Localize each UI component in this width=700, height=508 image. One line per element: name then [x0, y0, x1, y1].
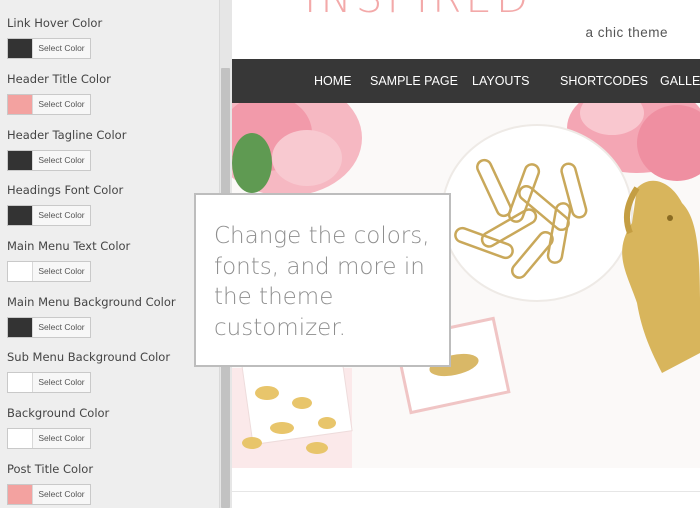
setting-headings-font-color: Headings Font Color Select Color	[7, 183, 124, 226]
color-picker-button[interactable]: Select Color	[7, 428, 91, 449]
setting-label: Header Title Color	[7, 72, 111, 86]
color-swatch	[8, 429, 32, 448]
select-color-label: Select Color	[32, 429, 90, 448]
color-picker-button[interactable]: Select Color	[7, 372, 91, 393]
feature-callout: Change the colors, fonts, and more in th…	[194, 193, 451, 367]
setting-label: Header Tagline Color	[7, 128, 127, 142]
site-tagline: a chic theme	[585, 25, 668, 40]
setting-label: Headings Font Color	[7, 183, 124, 197]
color-swatch	[8, 151, 32, 170]
color-swatch	[8, 262, 32, 281]
nav-item-layouts[interactable]: LAYOUTS	[472, 74, 529, 88]
select-color-label: Select Color	[32, 318, 90, 337]
callout-text: Change the colors, fonts, and more in th…	[214, 223, 430, 341]
setting-label: Link Hover Color	[7, 16, 103, 30]
select-color-label: Select Color	[32, 262, 90, 281]
main-menu: HOME SAMPLE PAGE LAYOUTS SHORTCODES GALL…	[232, 59, 700, 103]
color-swatch	[8, 318, 32, 337]
nav-item-sample-page[interactable]: SAMPLE PAGE	[370, 74, 458, 88]
setting-main-menu-background-color: Main Menu Background Color Select Color	[7, 295, 176, 338]
color-swatch	[8, 39, 32, 58]
setting-sub-menu-background-color: Sub Menu Background Color Select Color	[7, 350, 171, 393]
color-picker-button[interactable]: Select Color	[7, 38, 91, 59]
color-picker-button[interactable]: Select Color	[7, 94, 91, 115]
setting-label: Main Menu Background Color	[7, 295, 176, 309]
setting-link-hover-color: Link Hover Color Select Color	[7, 16, 103, 59]
setting-label: Post Title Color	[7, 462, 94, 476]
select-color-label: Select Color	[32, 206, 90, 225]
setting-header-title-color: Header Title Color Select Color	[7, 72, 111, 115]
nav-item-gallery[interactable]: GALLERY	[660, 74, 700, 88]
nav-item-home[interactable]: HOME	[314, 74, 352, 88]
setting-header-tagline-color: Header Tagline Color Select Color	[7, 128, 127, 171]
color-picker-button[interactable]: Select Color	[7, 150, 91, 171]
setting-post-title-color: Post Title Color Select Color	[7, 462, 94, 505]
select-color-label: Select Color	[32, 95, 90, 114]
color-swatch	[8, 373, 32, 392]
color-picker-button[interactable]: Select Color	[7, 484, 91, 505]
select-color-label: Select Color	[32, 373, 90, 392]
customizer-sidebar: Link Hover Color Select Color Header Tit…	[0, 0, 219, 508]
select-color-label: Select Color	[32, 485, 90, 504]
site-title[interactable]: INSPIRED	[304, 0, 532, 22]
setting-label: Sub Menu Background Color	[7, 350, 171, 364]
setting-label: Background Color	[7, 406, 110, 420]
nav-item-shortcodes[interactable]: SHORTCODES	[560, 74, 648, 88]
color-swatch	[8, 485, 32, 504]
color-picker-button[interactable]: Select Color	[7, 317, 91, 338]
select-color-label: Select Color	[32, 151, 90, 170]
select-color-label: Select Color	[32, 39, 90, 58]
color-swatch	[8, 95, 32, 114]
setting-label: Main Menu Text Color	[7, 239, 131, 253]
setting-background-color: Background Color Select Color	[7, 406, 110, 449]
content-divider	[232, 491, 700, 492]
color-picker-button[interactable]: Select Color	[7, 261, 91, 282]
setting-main-menu-text-color: Main Menu Text Color Select Color	[7, 239, 131, 282]
color-swatch	[8, 206, 32, 225]
color-picker-button[interactable]: Select Color	[7, 205, 91, 226]
